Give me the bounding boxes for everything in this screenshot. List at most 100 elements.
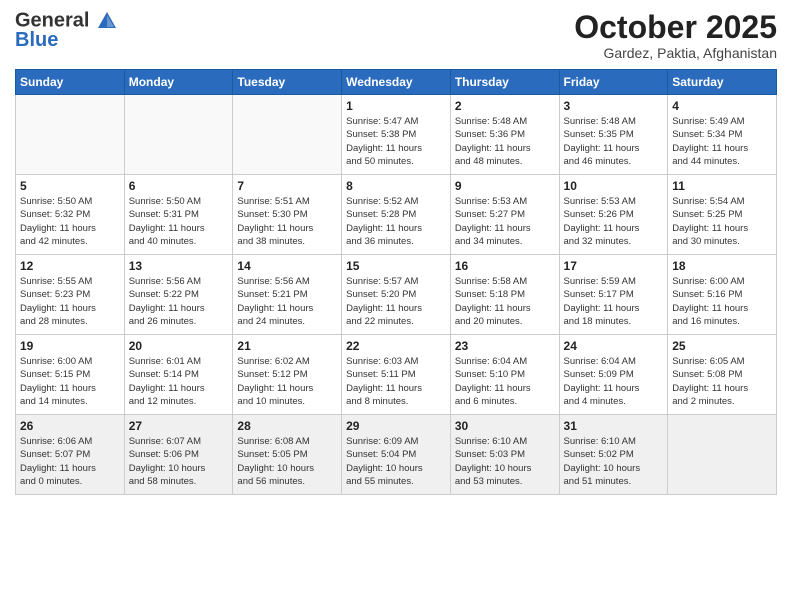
day-detail: Sunrise: 5:55 AM Sunset: 5:23 PM Dayligh… [20, 275, 120, 328]
month-title: October 2025 [574, 10, 777, 45]
weekday-header-thursday: Thursday [450, 70, 559, 95]
logo-blue: Blue [15, 29, 58, 51]
day-detail: Sunrise: 5:53 AM Sunset: 5:27 PM Dayligh… [455, 195, 555, 248]
title-block: October 2025 Gardez, Paktia, Afghanistan [574, 10, 777, 61]
day-detail: Sunrise: 5:54 AM Sunset: 5:25 PM Dayligh… [672, 195, 772, 248]
day-number: 31 [564, 419, 664, 433]
day-detail: Sunrise: 5:57 AM Sunset: 5:20 PM Dayligh… [346, 275, 446, 328]
calendar-cell: 7Sunrise: 5:51 AM Sunset: 5:30 PM Daylig… [233, 175, 342, 255]
day-number: 15 [346, 259, 446, 273]
day-number: 5 [20, 179, 120, 193]
weekday-header-monday: Monday [124, 70, 233, 95]
calendar-week-row: 12 Sunrise: 5:55 AM Sunset: 5:23 PM Dayli… [16, 255, 777, 335]
day-number: 13 [129, 259, 229, 273]
day-detail: Sunrise: 5:59 AM Sunset: 5:17 PM Dayligh… [564, 275, 664, 328]
calendar-cell: 3 Sunrise: 5:48 AM Sunset: 5:35 PM Daylig… [559, 95, 668, 175]
day-detail: Sunrise: 5:50 AM Sunset: 5:31 PM Dayligh… [129, 195, 229, 248]
day-number: 26 [20, 419, 120, 433]
weekday-header-tuesday: Tuesday [233, 70, 342, 95]
calendar-cell: 1Sunrise: 5:47 AM Sunset: 5:38 PM Daylig… [342, 95, 451, 175]
calendar-cell: 22 Sunrise: 6:03 AM Sunset: 5:11 PM Dayli… [342, 335, 451, 415]
day-number: 12 [20, 259, 120, 273]
day-number: 11 [672, 179, 772, 193]
weekday-header-saturday: Saturday [668, 70, 777, 95]
day-detail: Sunrise: 5:48 AM Sunset: 5:35 PM Dayligh… [564, 115, 664, 168]
calendar-week-row: 19Sunrise: 6:00 AM Sunset: 5:15 PM Dayli… [16, 335, 777, 415]
day-number: 28 [237, 419, 337, 433]
calendar-cell: 24 Sunrise: 6:04 AM Sunset: 5:09 PM Dayli… [559, 335, 668, 415]
day-detail: Sunrise: 6:10 AM Sunset: 5:02 PM Dayligh… [564, 435, 664, 488]
day-number: 9 [455, 179, 555, 193]
calendar-week-row: 5 Sunrise: 5:50 AM Sunset: 5:32 PM Daylig… [16, 175, 777, 255]
day-number: 20 [129, 339, 229, 353]
calendar-cell: 25 Sunrise: 6:05 AM Sunset: 5:08 PM Dayli… [668, 335, 777, 415]
calendar-cell: 13Sunrise: 5:56 AM Sunset: 5:22 PM Dayli… [124, 255, 233, 335]
weekday-header-sunday: Sunday [16, 70, 125, 95]
calendar-cell: 9 Sunrise: 5:53 AM Sunset: 5:27 PM Daylig… [450, 175, 559, 255]
logo-icon [96, 10, 118, 32]
calendar-cell: 30 Sunrise: 6:10 AM Sunset: 5:03 PM Dayli… [450, 415, 559, 495]
day-detail: Sunrise: 5:52 AM Sunset: 5:28 PM Dayligh… [346, 195, 446, 248]
day-detail: Sunrise: 5:56 AM Sunset: 5:21 PM Dayligh… [237, 275, 337, 328]
calendar-cell: 10Sunrise: 5:53 AM Sunset: 5:26 PM Dayli… [559, 175, 668, 255]
header: General Blue October 2025 Gardez, Paktia… [15, 10, 777, 61]
day-number: 2 [455, 99, 555, 113]
day-number: 25 [672, 339, 772, 353]
calendar-cell [233, 95, 342, 175]
calendar-cell: 4 Sunrise: 5:49 AM Sunset: 5:34 PM Daylig… [668, 95, 777, 175]
day-number: 10 [564, 179, 664, 193]
day-detail: Sunrise: 5:50 AM Sunset: 5:32 PM Dayligh… [20, 195, 120, 248]
day-number: 18 [672, 259, 772, 273]
calendar-cell: 19Sunrise: 6:00 AM Sunset: 5:15 PM Dayli… [16, 335, 125, 415]
day-number: 8 [346, 179, 446, 193]
calendar-week-row: 26Sunrise: 6:06 AM Sunset: 5:07 PM Dayli… [16, 415, 777, 495]
calendar-cell [668, 415, 777, 495]
calendar-cell: 29 Sunrise: 6:09 AM Sunset: 5:04 PM Dayli… [342, 415, 451, 495]
day-detail: Sunrise: 6:04 AM Sunset: 5:10 PM Dayligh… [455, 355, 555, 408]
day-detail: Sunrise: 6:01 AM Sunset: 5:14 PM Dayligh… [129, 355, 229, 408]
calendar-cell: 12 Sunrise: 5:55 AM Sunset: 5:23 PM Dayli… [16, 255, 125, 335]
day-number: 29 [346, 419, 446, 433]
weekday-header-friday: Friday [559, 70, 668, 95]
day-detail: Sunrise: 6:05 AM Sunset: 5:08 PM Dayligh… [672, 355, 772, 408]
calendar-week-row: 1Sunrise: 5:47 AM Sunset: 5:38 PM Daylig… [16, 95, 777, 175]
day-detail: Sunrise: 6:03 AM Sunset: 5:11 PM Dayligh… [346, 355, 446, 408]
calendar-cell: 5 Sunrise: 5:50 AM Sunset: 5:32 PM Daylig… [16, 175, 125, 255]
day-number: 27 [129, 419, 229, 433]
calendar-cell: 27Sunrise: 6:07 AM Sunset: 5:06 PM Dayli… [124, 415, 233, 495]
page: General Blue October 2025 Gardez, Paktia… [0, 0, 792, 612]
calendar-cell: 14 Sunrise: 5:56 AM Sunset: 5:21 PM Dayli… [233, 255, 342, 335]
calendar-cell [124, 95, 233, 175]
calendar-cell: 23Sunrise: 6:04 AM Sunset: 5:10 PM Dayli… [450, 335, 559, 415]
day-detail: Sunrise: 5:58 AM Sunset: 5:18 PM Dayligh… [455, 275, 555, 328]
day-detail: Sunrise: 6:00 AM Sunset: 5:16 PM Dayligh… [672, 275, 772, 328]
calendar-cell: 28 Sunrise: 6:08 AM Sunset: 5:05 PM Dayli… [233, 415, 342, 495]
location-subtitle: Gardez, Paktia, Afghanistan [574, 45, 777, 61]
day-number: 30 [455, 419, 555, 433]
day-number: 16 [455, 259, 555, 273]
day-number: 3 [564, 99, 664, 113]
day-detail: Sunrise: 5:47 AM Sunset: 5:38 PM Dayligh… [346, 115, 446, 168]
calendar-cell: 17Sunrise: 5:59 AM Sunset: 5:17 PM Dayli… [559, 255, 668, 335]
logo-general: General [15, 9, 89, 31]
day-detail: Sunrise: 5:49 AM Sunset: 5:34 PM Dayligh… [672, 115, 772, 168]
calendar-cell: 11 Sunrise: 5:54 AM Sunset: 5:25 PM Dayli… [668, 175, 777, 255]
day-number: 22 [346, 339, 446, 353]
calendar-cell: 6 Sunrise: 5:50 AM Sunset: 5:31 PM Daylig… [124, 175, 233, 255]
day-detail: Sunrise: 6:09 AM Sunset: 5:04 PM Dayligh… [346, 435, 446, 488]
day-number: 4 [672, 99, 772, 113]
day-detail: Sunrise: 6:00 AM Sunset: 5:15 PM Dayligh… [20, 355, 120, 408]
calendar-cell [16, 95, 125, 175]
day-detail: Sunrise: 6:04 AM Sunset: 5:09 PM Dayligh… [564, 355, 664, 408]
weekday-header-wednesday: Wednesday [342, 70, 451, 95]
day-detail: Sunrise: 6:10 AM Sunset: 5:03 PM Dayligh… [455, 435, 555, 488]
calendar-cell: 8 Sunrise: 5:52 AM Sunset: 5:28 PM Daylig… [342, 175, 451, 255]
calendar-cell: 16 Sunrise: 5:58 AM Sunset: 5:18 PM Dayli… [450, 255, 559, 335]
day-number: 24 [564, 339, 664, 353]
day-detail: Sunrise: 5:48 AM Sunset: 5:36 PM Dayligh… [455, 115, 555, 168]
day-detail: Sunrise: 5:51 AM Sunset: 5:30 PM Dayligh… [237, 195, 337, 248]
day-number: 14 [237, 259, 337, 273]
calendar-cell: 31 Sunrise: 6:10 AM Sunset: 5:02 PM Dayli… [559, 415, 668, 495]
day-detail: Sunrise: 6:08 AM Sunset: 5:05 PM Dayligh… [237, 435, 337, 488]
day-number: 6 [129, 179, 229, 193]
